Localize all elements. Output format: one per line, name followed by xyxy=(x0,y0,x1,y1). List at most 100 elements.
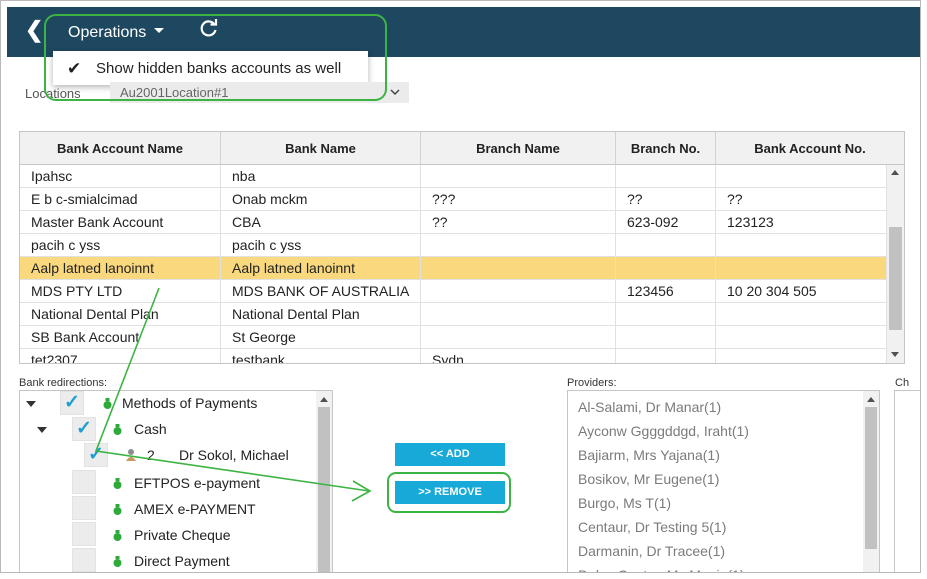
provider-item[interactable]: Bajiarm, Mrs Yajana(1) xyxy=(578,447,720,463)
table-cell: Aalp latned lanoinnt xyxy=(221,257,421,280)
scroll-up-icon[interactable] xyxy=(891,170,899,175)
tree-checkbox[interactable] xyxy=(72,522,96,546)
table-cell: 10 20 304 505 xyxy=(716,280,887,303)
money-bag-icon xyxy=(113,530,122,541)
table-cell xyxy=(616,349,716,363)
table-cell xyxy=(616,234,716,257)
table-cell: 123123 xyxy=(716,211,887,234)
annotation-outline-menu xyxy=(44,14,387,101)
tree-node-label[interactable]: 2 xyxy=(147,447,155,463)
tree-checkbox[interactable] xyxy=(72,470,96,494)
table-cell xyxy=(716,257,887,280)
tree-node-label[interactable]: AMEX e-PAYMENT xyxy=(134,501,256,517)
tree-checkbox[interactable]: ✓ xyxy=(72,417,96,441)
annotation-outline-remove xyxy=(387,472,511,513)
table-cell: 623-092 xyxy=(616,211,716,234)
money-bag-icon xyxy=(113,556,122,567)
table-cell xyxy=(616,303,716,326)
table-cell xyxy=(616,257,716,280)
provider-item[interactable]: Centaur, Dr Testing 5(1) xyxy=(578,519,726,535)
scroll-up-icon[interactable] xyxy=(867,397,875,402)
column-header-bank-name[interactable]: Bank Name xyxy=(221,132,421,165)
table-cell: MDS BANK OF AUSTRALIA xyxy=(221,280,421,303)
table-cell: ?? xyxy=(716,188,887,211)
table-cell: Master Bank Account xyxy=(20,211,221,234)
table-cell xyxy=(421,326,616,349)
money-bag-icon xyxy=(113,478,122,489)
checkmark-icon: ✓ xyxy=(76,418,92,439)
tree-node-label[interactable]: Cash xyxy=(134,421,167,437)
table-cell: testbank xyxy=(221,349,421,363)
table-row[interactable]: Master Bank Account CBA?? 623-092 123123 xyxy=(20,211,887,234)
table-cell: 123456 xyxy=(616,280,716,303)
provider-item[interactable]: Delay Cuntar, Ms Magin(1) xyxy=(578,567,745,572)
third-panel-label: Ch xyxy=(895,377,910,389)
table-cell: Ipahsc xyxy=(20,165,221,188)
table-cell: tet2307 xyxy=(20,349,221,363)
tree-checkbox[interactable] xyxy=(72,496,96,520)
tree-checkbox[interactable]: ✓ xyxy=(60,391,84,415)
table-cell: National Dental Plan xyxy=(221,303,421,326)
tree-node-label[interactable]: Methods of Payments xyxy=(122,395,257,411)
table-cell xyxy=(616,326,716,349)
table-cell xyxy=(421,234,616,257)
providers-label: Providers: xyxy=(567,377,617,389)
table-cell: Aalp latned lanoinnt xyxy=(20,257,221,280)
provider-item[interactable]: Al-Salami, Dr Manar(1) xyxy=(578,399,721,415)
table-cell xyxy=(716,303,887,326)
table-cell xyxy=(716,349,887,363)
bank-accounts-table: Bank Account Name Bank Name Branch Name … xyxy=(19,131,905,364)
table-cell: Onab mckm xyxy=(221,188,421,211)
chevron-left-icon[interactable]: ❮ xyxy=(25,19,43,41)
scroll-up-icon[interactable] xyxy=(320,397,328,402)
providers-scrollbar[interactable] xyxy=(863,391,879,572)
table-cell xyxy=(716,165,887,188)
column-header-branch-no[interactable]: Branch No. xyxy=(616,132,716,165)
table-row[interactable]: Ipahsc nba xyxy=(20,165,887,188)
tree-node-label[interactable]: Direct Payment xyxy=(134,553,230,569)
table-cell: CBA xyxy=(221,211,421,234)
table-row[interactable]: National Dental Plan National Dental Plan xyxy=(20,303,887,326)
tree-checkbox[interactable] xyxy=(72,548,96,572)
table-cell: pacih c yss xyxy=(20,234,221,257)
provider-item[interactable]: Darmanin, Dr Tracee(1) xyxy=(578,543,725,559)
money-bag-icon xyxy=(113,424,122,435)
column-header-bank-account-name[interactable]: Bank Account Name xyxy=(20,132,221,165)
table-row[interactable]: pacih c yss pacih c yss xyxy=(20,234,887,257)
column-header-bank-account-no[interactable]: Bank Account No. xyxy=(716,132,904,165)
table-header: Bank Account Name Bank Name Branch Name … xyxy=(20,132,904,165)
table-row[interactable]: E b c-smialcimad Onab mckm??????? xyxy=(20,188,887,211)
table-row[interactable]: SB Bank Account St George xyxy=(20,326,887,349)
collapse-icon[interactable] xyxy=(37,427,47,433)
table-row[interactable]: tet2307 testbank Sydn xyxy=(20,349,887,363)
scrollbar-thumb[interactable] xyxy=(889,227,902,330)
scrollbar-thumb[interactable] xyxy=(865,407,877,549)
column-header-branch-name[interactable]: Branch Name xyxy=(421,132,616,165)
table-cell xyxy=(716,234,887,257)
tree-scrollbar[interactable] xyxy=(316,391,332,572)
table-row[interactable]: MDS PTY LTD MDS BANK OF AUSTRALIA 123456 10… xyxy=(20,280,887,303)
providers-list: Al-Salami, Dr Manar(1) Ayconw Ggggddgd, I… xyxy=(567,390,880,572)
bank-redirections-tree: ✓ Methods of Payments ✓ Cash ✓ 2 Dr Soko… xyxy=(19,390,333,572)
tree-node-provider: Dr Sokol, Michael xyxy=(179,447,289,463)
table-scrollbar[interactable] xyxy=(887,165,904,363)
table-cell: E b c-smialcimad xyxy=(20,188,221,211)
scroll-down-icon[interactable] xyxy=(891,352,899,357)
tree-node-label[interactable]: EFTPOS e-payment xyxy=(134,475,260,491)
table-cell xyxy=(421,257,616,280)
table-row[interactable]: Aalp latned lanoinnt Aalp latned lanoinnt xyxy=(20,257,887,280)
money-bag-icon xyxy=(113,504,122,515)
add-button[interactable]: << ADD xyxy=(395,443,505,466)
scrollbar-thumb[interactable] xyxy=(318,407,330,572)
collapse-icon[interactable] xyxy=(26,401,36,407)
provider-item[interactable]: Ayconw Ggggddgd, Iraht(1) xyxy=(578,423,749,439)
table-cell: ?? xyxy=(421,211,616,234)
provider-item[interactable]: Bosikov, Mr Eugene(1) xyxy=(578,471,719,487)
window-frame: ❮ Operations ✔ Show hidden banks account… xyxy=(0,0,921,573)
tree-node-label[interactable]: Private Cheque xyxy=(134,527,231,543)
table-cell xyxy=(616,165,716,188)
provider-item[interactable]: Burgo, Ms T(1) xyxy=(578,495,671,511)
tree-checkbox[interactable]: ✓ xyxy=(84,443,108,467)
table-cell: Sydn xyxy=(421,349,616,363)
table-cell xyxy=(421,165,616,188)
